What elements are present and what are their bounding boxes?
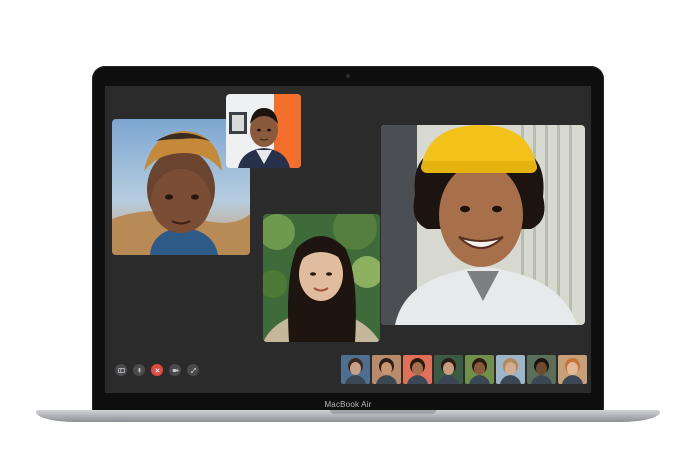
microphone-icon [137, 367, 141, 373]
device-label: MacBook Air [324, 399, 372, 409]
participant-tile-woman-greenery[interactable] [263, 214, 380, 342]
sidebar-icon [117, 367, 125, 373]
sidebar-button[interactable] [115, 364, 127, 376]
expand-icon [190, 367, 196, 373]
participant-video-woman-greenery [263, 214, 380, 342]
participant-thumbnail[interactable] [372, 355, 401, 384]
participant-thumbnail-video [434, 355, 463, 384]
webcam-dot [346, 74, 350, 78]
participant-thumbnail[interactable] [465, 355, 494, 384]
participant-thumbnail-video [558, 355, 587, 384]
end-call-button[interactable] [151, 364, 163, 376]
participant-thumbnail-video [527, 355, 556, 384]
mute-button[interactable] [133, 364, 145, 376]
participant-thumbnail[interactable] [496, 355, 525, 384]
laptop-base [36, 410, 660, 422]
call-controls [115, 364, 199, 376]
participant-thumbnail[interactable] [341, 355, 370, 384]
participant-thumbnail-video [465, 355, 494, 384]
participant-thumbnail-strip [341, 355, 587, 384]
facetime-window [105, 86, 591, 393]
participant-video-man-yellow-beanie [381, 125, 585, 325]
participant-thumbnail[interactable] [434, 355, 463, 384]
participant-thumbnail-video [496, 355, 525, 384]
participant-thumbnail[interactable] [527, 355, 556, 384]
close-icon [154, 367, 160, 373]
participant-thumbnail-video [403, 355, 432, 384]
participant-thumbnail[interactable] [403, 355, 432, 384]
lid-opening-notch [330, 410, 436, 414]
participant-thumbnail-video [372, 355, 401, 384]
participant-thumbnail[interactable] [558, 355, 587, 384]
video-camera-icon [172, 368, 178, 372]
macbook-air: MacBook Air [0, 0, 693, 461]
fullscreen-button[interactable] [187, 364, 199, 376]
participant-video-man-orange-wall [226, 94, 301, 168]
participant-tile-man-orange-wall[interactable] [226, 94, 301, 168]
laptop-lid: MacBook Air [92, 66, 604, 414]
participant-thumbnail-video [341, 355, 370, 384]
participant-tile-man-yellow-beanie[interactable] [381, 125, 585, 325]
camera-button[interactable] [169, 364, 181, 376]
